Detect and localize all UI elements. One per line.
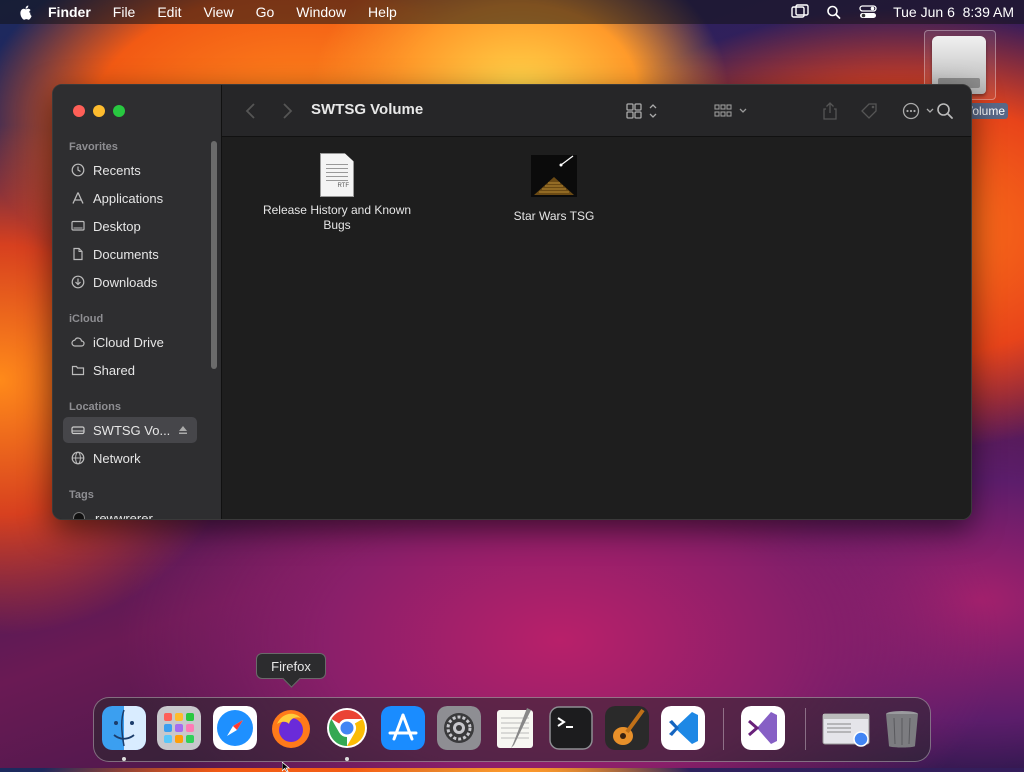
- share-icon[interactable]: [822, 102, 838, 120]
- dock-chrome-icon[interactable]: [325, 706, 369, 750]
- star-wars-app-icon: [531, 155, 577, 197]
- menu-bar: Finder File Edit View Go Window Help Tue…: [0, 0, 1024, 24]
- sidebar-item-label: Network: [93, 450, 141, 466]
- menu-bar-clock[interactable]: Tue Jun 6 8:39 AM: [893, 4, 1014, 20]
- drive-icon: [71, 426, 85, 435]
- apple-menu-icon[interactable]: [18, 4, 34, 20]
- sidebar-item-applications[interactable]: Applications: [63, 185, 197, 211]
- sidebar-item-icloud-drive[interactable]: iCloud Drive: [63, 329, 197, 355]
- window-title: SWTSG Volume: [311, 101, 424, 118]
- download-icon: [71, 275, 85, 289]
- forward-chevron-icon[interactable]: [280, 102, 294, 120]
- sidebar-item-label: Documents: [93, 246, 159, 262]
- mouse-cursor-icon: [282, 762, 291, 772]
- sidebar-item-recents[interactable]: Recents: [63, 157, 197, 183]
- menu-window[interactable]: Window: [296, 4, 346, 20]
- menu-go[interactable]: Go: [256, 4, 275, 20]
- sidebar-item-label: Desktop: [93, 218, 141, 234]
- dock-finder-icon[interactable]: [102, 706, 146, 750]
- finder-toolbar: SWTSG Volume: [222, 85, 971, 137]
- dock-chrome-apps-icon[interactable]: [821, 706, 871, 750]
- applications-icon: [72, 192, 84, 204]
- sidebar-item-network[interactable]: Network: [63, 445, 197, 471]
- network-icon: [71, 451, 85, 465]
- sidebar-item-swtsg-volume[interactable]: SWTSG Vo...: [63, 417, 197, 443]
- dock-separator: [723, 708, 724, 750]
- document-icon: [73, 247, 83, 261]
- dock-system-settings-icon[interactable]: [437, 706, 481, 750]
- eject-icon[interactable]: [177, 424, 189, 436]
- sidebar-item-documents[interactable]: Documents: [63, 241, 197, 267]
- sidebar-item-label: iCloud Drive: [93, 334, 164, 350]
- menu-file[interactable]: File: [113, 4, 136, 20]
- zoom-button[interactable]: [113, 105, 125, 117]
- sidebar-item-label: SWTSG Vo...: [93, 422, 171, 438]
- file-item-label: Release History and Known Bugs: [262, 203, 412, 232]
- sidebar-item-tag[interactable]: rewwrerer: [63, 505, 197, 520]
- dock: [93, 697, 931, 762]
- sidebar-item-desktop[interactable]: Desktop: [63, 213, 197, 239]
- file-browser-content: RTF Release History and Known Bugs Star …: [222, 137, 971, 519]
- sidebar-item-label: rewwrerer: [95, 510, 153, 520]
- dock-running-indicator: [345, 757, 349, 761]
- dock-garageband-icon[interactable]: [605, 706, 649, 750]
- dock-app-store-icon[interactable]: [381, 706, 425, 750]
- cloud-icon: [71, 337, 85, 347]
- sidebar-item-label: Recents: [93, 162, 141, 178]
- sidebar-item-label: Applications: [93, 190, 164, 206]
- screen-mirroring-icon[interactable]: [791, 4, 809, 20]
- sidebar-section-tags: Tags: [69, 489, 94, 501]
- finder-window: Favorites Recents Applications Desktop D…: [52, 84, 972, 520]
- window-controls: [73, 105, 125, 117]
- file-item-release-history[interactable]: RTF Release History and Known Bugs: [252, 153, 422, 233]
- back-chevron-icon[interactable]: [244, 102, 258, 120]
- finder-sidebar: Favorites Recents Applications Desktop D…: [53, 85, 222, 520]
- dock-trash-icon[interactable]: [880, 706, 924, 750]
- menu-view[interactable]: View: [203, 4, 233, 20]
- control-center-icon[interactable]: [859, 4, 877, 20]
- more-actions-icon[interactable]: [902, 102, 938, 120]
- view-mode-icon[interactable]: [625, 102, 661, 120]
- dock-running-indicator: [122, 757, 126, 761]
- spotlight-search-icon[interactable]: [825, 4, 843, 20]
- dock-separator: [805, 708, 806, 750]
- sidebar-item-label: Downloads: [93, 274, 158, 290]
- desktop-icon: [71, 220, 85, 231]
- minimize-button[interactable]: [93, 105, 105, 117]
- shared-folder-icon: [71, 365, 85, 376]
- clock-icon: [71, 163, 85, 177]
- dock-firefox-icon[interactable]: [269, 706, 313, 750]
- menu-edit[interactable]: Edit: [157, 4, 181, 20]
- tag-color-dot: [73, 512, 85, 519]
- file-item-star-wars-tsg[interactable]: Star Wars TSG: [484, 153, 624, 224]
- dock-visual-studio-icon[interactable]: [741, 706, 785, 750]
- rtf-badge: RTF: [337, 183, 349, 189]
- sidebar-item-downloads[interactable]: Downloads: [63, 269, 197, 295]
- tag-icon[interactable]: [860, 102, 880, 120]
- rtf-document-icon: RTF: [320, 153, 354, 197]
- dock-safari-icon[interactable]: [213, 706, 257, 750]
- file-item-label: Star Wars TSG: [513, 209, 595, 223]
- sidebar-section-favorites: Favorites: [69, 141, 118, 153]
- group-by-icon[interactable]: [713, 102, 751, 120]
- dock-terminal-icon[interactable]: [549, 706, 593, 750]
- desktop-volume-label[interactable]: SWTSG Volume: [966, 103, 1008, 119]
- sidebar-section-icloud: iCloud: [69, 313, 104, 325]
- close-button[interactable]: [73, 105, 85, 117]
- sidebar-scrollbar[interactable]: [211, 141, 217, 369]
- dock-tooltip: Firefox: [256, 653, 326, 679]
- sidebar-section-locations: Locations: [69, 401, 121, 413]
- dock-vscode-icon[interactable]: [661, 706, 705, 750]
- dock-textedit-icon[interactable]: [493, 706, 537, 750]
- menu-help[interactable]: Help: [368, 4, 397, 20]
- menu-app-name[interactable]: Finder: [48, 4, 91, 20]
- sidebar-item-label: Shared: [93, 362, 135, 378]
- dock-launchpad-icon[interactable]: [157, 706, 201, 750]
- search-icon[interactable]: [936, 102, 954, 120]
- sidebar-item-shared[interactable]: Shared: [63, 357, 197, 383]
